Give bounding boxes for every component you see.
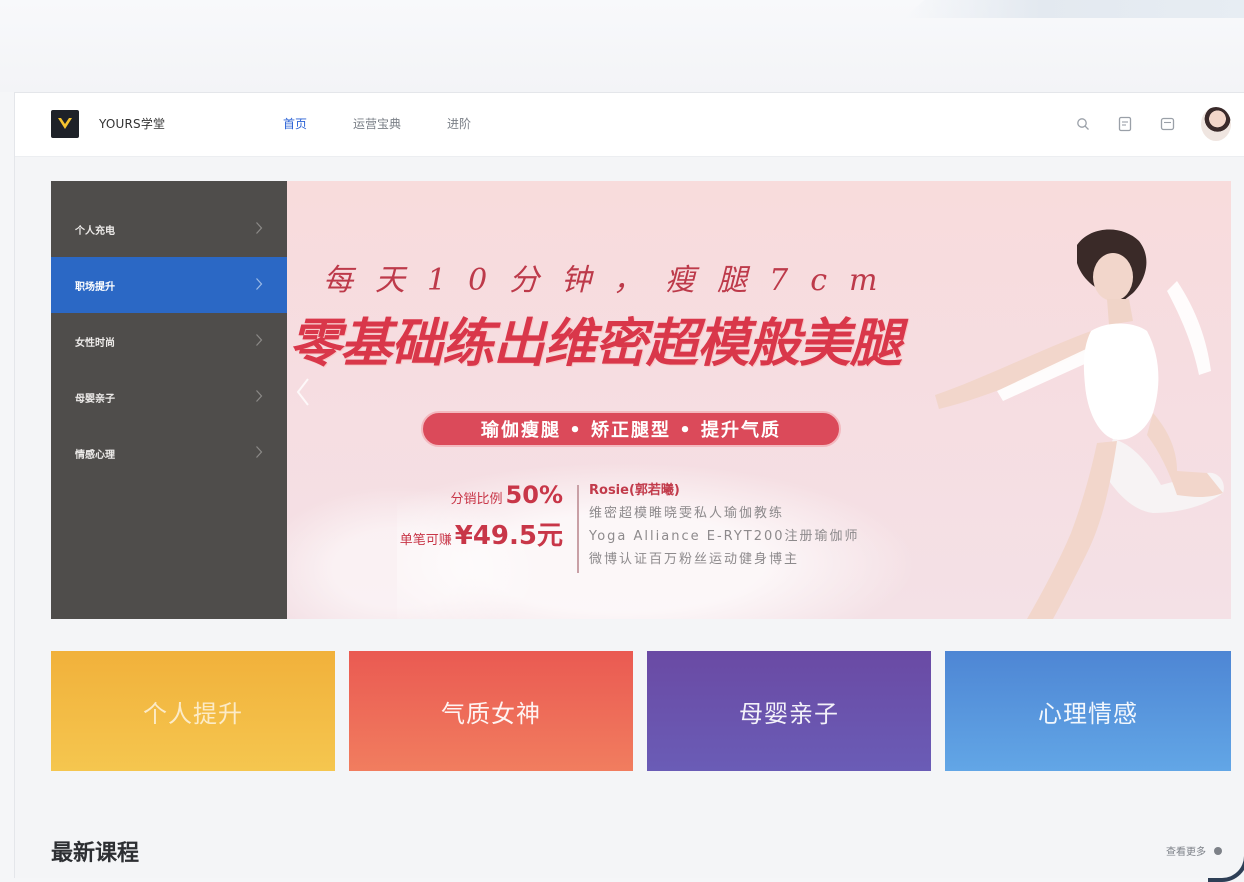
chevron-right-icon	[256, 278, 263, 290]
nav-item-advanced[interactable]: 进阶	[447, 115, 471, 132]
commission-value: 50%	[505, 481, 563, 509]
sidebar-item-emotion[interactable]: 情感心理	[51, 425, 287, 481]
logo[interactable]	[51, 110, 79, 138]
see-more-label: 查看更多	[1166, 847, 1206, 858]
earning-value: ¥49.5元	[454, 521, 563, 551]
chevron-right-icon	[256, 390, 263, 402]
banner-headline: 零基础练出维密超模般美腿	[289, 314, 902, 374]
yoga-model-image	[935, 229, 1224, 619]
chevron-right-icon	[256, 222, 263, 234]
app-window: YOURS学堂 首页 运营宝典 进阶 个人充电 职场提升 女性时尚 母婴亲子 情…	[14, 92, 1244, 882]
sidebar-item-label: 母婴亲子	[75, 393, 115, 405]
nav-item-home[interactable]: 首页	[283, 115, 307, 132]
corner-decoration	[1208, 842, 1244, 882]
logo-v-icon	[58, 118, 72, 129]
category-sidebar: 个人充电 职场提升 女性时尚 母婴亲子 情感心理	[51, 181, 287, 619]
corner-decoration	[904, 0, 1244, 18]
banner-teacher-info: Rosie(郭若曦) 维密超模睢晓雯私人瑜伽教练 Yoga Alliance E…	[589, 479, 860, 567]
notes-icon[interactable]	[1117, 116, 1133, 132]
sidebar-item-parenting[interactable]: 母婴亲子	[51, 369, 287, 425]
search-icon[interactable]	[1075, 116, 1091, 132]
banner-tag-pill: 瑜伽瘦腿 • 矫正腿型 • 提升气质	[421, 411, 841, 447]
category-cards: 个人提升 气质女神 母婴亲子 心理情感	[51, 651, 1231, 771]
teacher-desc: 维密超模睢晓雯私人瑜伽教练	[589, 506, 785, 521]
banner-subtitle: 每天10分钟，瘦腿7cm	[323, 263, 900, 298]
sidebar-item-fashion[interactable]: 女性时尚	[51, 313, 287, 369]
header-actions	[1075, 107, 1244, 141]
nav-item-operations[interactable]: 运营宝典	[353, 115, 401, 132]
teacher-name: Rosie(郭若曦)	[589, 483, 680, 498]
category-card-parenting[interactable]: 母婴亲子	[647, 651, 931, 771]
chevron-right-icon	[256, 446, 263, 458]
sidebar-item-label: 女性时尚	[75, 337, 115, 349]
chevron-left-icon[interactable]	[295, 377, 311, 407]
main-nav: 首页 运营宝典 进阶	[283, 115, 517, 132]
sidebar-item-label: 职场提升	[75, 281, 115, 293]
teacher-desc: Yoga Alliance E-RYT200注册瑜伽师	[589, 529, 860, 544]
outer-background	[0, 0, 1244, 92]
category-card-temperament[interactable]: 气质女神	[349, 651, 633, 771]
sidebar-item-personal-charge[interactable]: 个人充电	[51, 201, 287, 257]
teacher-desc: 微博认证百万粉丝运动健身博主	[589, 552, 800, 567]
category-card-emotion[interactable]: 心理情感	[945, 651, 1231, 771]
brand-name: YOURS学堂	[99, 117, 166, 131]
sidebar-item-label: 个人充电	[75, 225, 115, 237]
latest-courses-title: 最新课程	[51, 841, 140, 866]
user-avatar[interactable]	[1201, 107, 1231, 141]
hero-banner[interactable]: 每天10分钟，瘦腿7cm 零基础练出维密超模般美腿 瑜伽瘦腿 • 矫正腿型 • …	[287, 181, 1231, 619]
sidebar-item-label: 情感心理	[75, 449, 115, 461]
banner-divider	[577, 485, 579, 573]
earning-label: 单笔可赚	[399, 533, 452, 548]
category-card-personal[interactable]: 个人提升	[51, 651, 335, 771]
commission-label: 分销比例	[450, 492, 503, 507]
message-icon[interactable]	[1159, 116, 1175, 132]
chevron-right-icon	[256, 334, 263, 346]
sidebar-item-career[interactable]: 职场提升	[51, 257, 287, 313]
banner-commission: 分销比例 50% 单笔可赚 ¥49.5元	[363, 481, 563, 552]
top-header: YOURS学堂 首页 运营宝典 进阶	[15, 93, 1244, 157]
